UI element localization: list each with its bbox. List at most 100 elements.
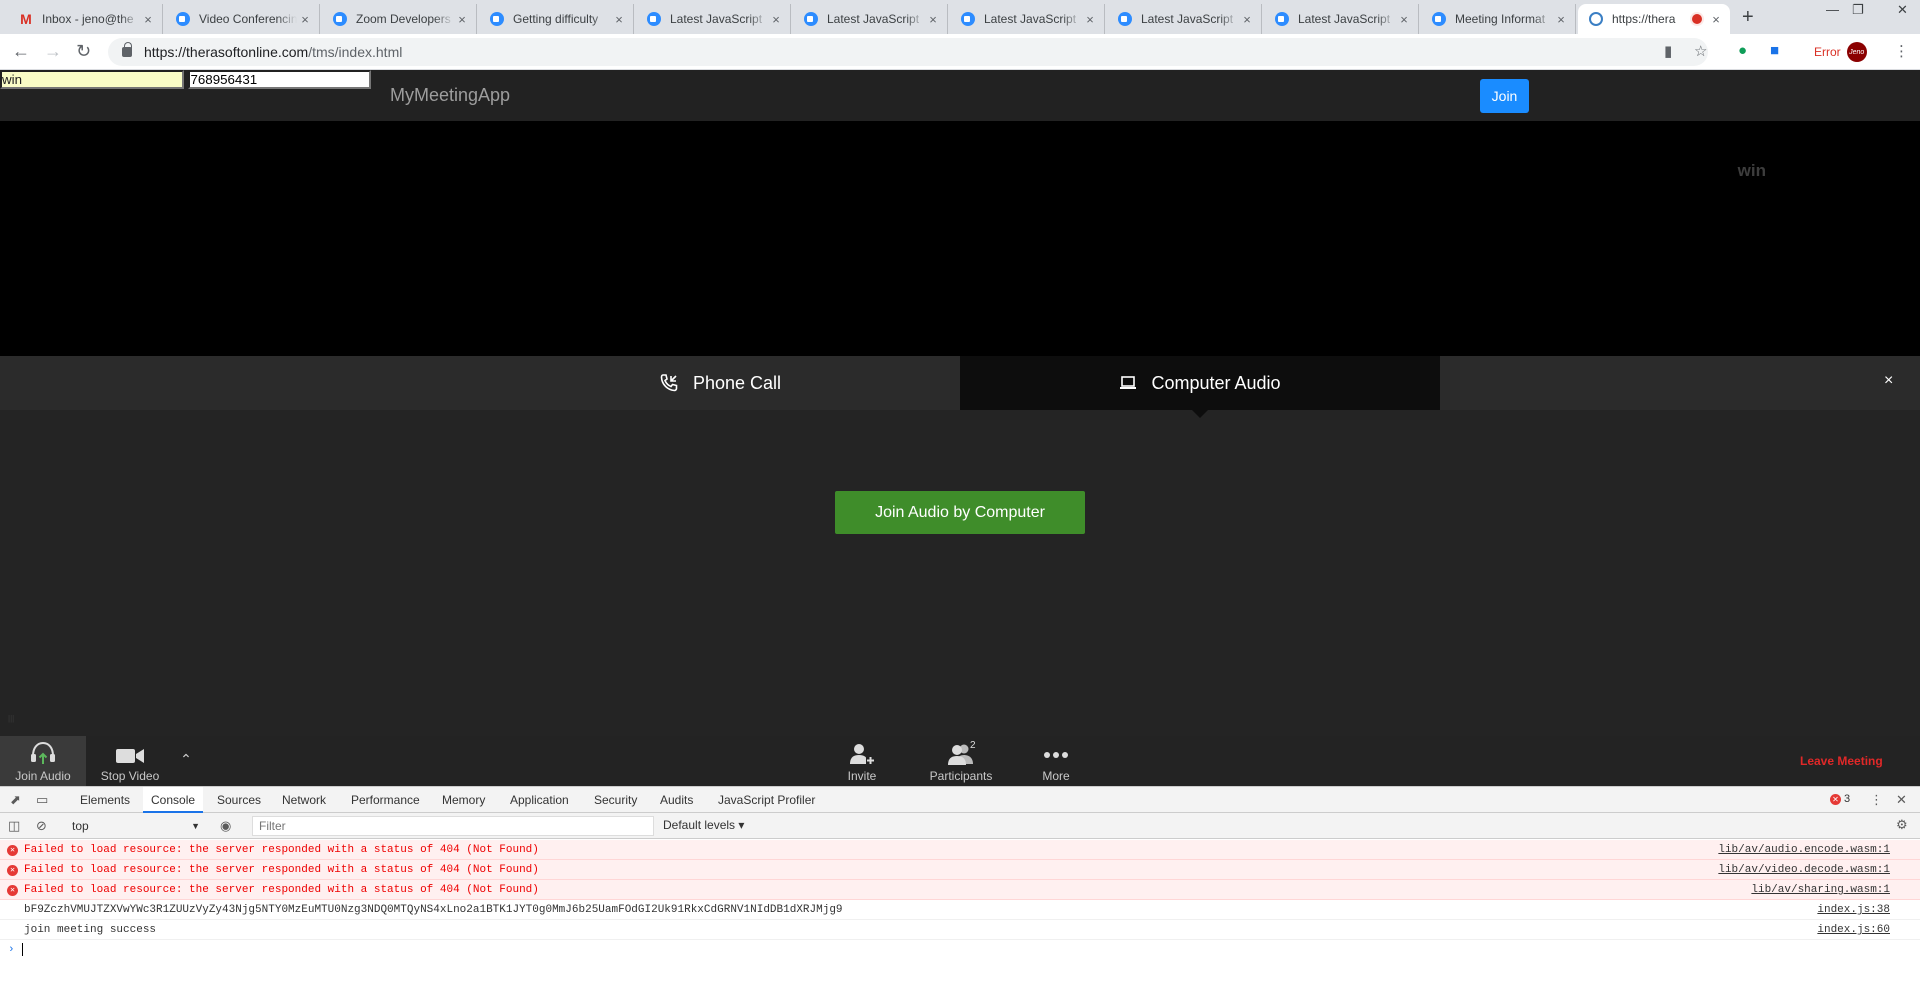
console-source-link[interactable]: index.js:38 [1817, 900, 1890, 920]
tab-phone-call[interactable]: Phone Call [480, 356, 960, 410]
resize-grip[interactable]: ||| [8, 714, 14, 723]
devtools-tab-performance[interactable]: Performance [343, 787, 428, 813]
tab-close-icon[interactable]: × [454, 12, 470, 27]
more-button[interactable]: More [1026, 736, 1086, 786]
sidebar-toggle-icon[interactable]: ◫ [8, 818, 20, 834]
tab-close-icon[interactable]: × [611, 12, 627, 27]
phone-icon [660, 374, 678, 392]
tab-close-icon[interactable]: × [925, 12, 941, 27]
devtools-tab-memory[interactable]: Memory [434, 787, 493, 813]
devtools-tab-application[interactable]: Application [502, 787, 577, 813]
browser-tab-active[interactable]: https://thera × [1578, 4, 1730, 34]
laptop-icon [1120, 376, 1137, 389]
meeting-id-input[interactable] [188, 70, 372, 89]
lock-icon [122, 42, 132, 57]
console-source-link[interactable]: lib/av/audio.encode.wasm:1 [1718, 840, 1890, 860]
join-audio-by-computer-button[interactable]: Join Audio by Computer [835, 491, 1085, 534]
tab-close-icon[interactable]: × [140, 12, 156, 27]
url-path: /tms/index.html [308, 44, 403, 60]
address-bar[interactable]: https://therasoftonline.com/tms/index.ht… [108, 38, 1708, 66]
devtools-tab-elements[interactable]: Elements [72, 787, 138, 813]
dropdown-arrow-icon: ▼ [191, 821, 200, 831]
devtools-tab-console[interactable]: Console [143, 787, 204, 813]
console-settings-gear-icon[interactable]: ⚙ [1896, 817, 1908, 833]
minimize-icon[interactable]: — [1826, 2, 1839, 17]
profile-error-chip[interactable]: Error Jeno [1808, 40, 1873, 64]
devtools-close-icon[interactable]: ✕ [1896, 792, 1907, 808]
video-area: win [0, 121, 1920, 356]
forward-icon[interactable]: → [44, 41, 62, 62]
participants-button[interactable]: 2 Participants [926, 736, 996, 786]
add-user-icon [850, 744, 875, 765]
zoom-icon [1117, 11, 1133, 27]
devtools-tab-network[interactable]: Network [274, 787, 334, 813]
camera-icon[interactable]: ▮ [1664, 42, 1672, 60]
console-prompt[interactable]: › [0, 940, 1920, 960]
tab-close-icon[interactable]: × [1553, 12, 1569, 27]
context-select[interactable]: top ▼ [64, 817, 204, 835]
video-options-chevron-up-icon[interactable]: ⌃ [174, 736, 198, 786]
console-source-link[interactable]: index.js:60 [1817, 920, 1890, 940]
browser-tab[interactable]: Latest JavaScript × [1264, 4, 1419, 34]
avatar: Jeno [1846, 42, 1867, 62]
browser-tab[interactable]: Video Conferencing × [165, 4, 320, 34]
browser-tab[interactable]: Latest JavaScript × [950, 4, 1105, 34]
tab-close-icon[interactable]: × [1708, 12, 1724, 27]
devtools-tab-sources[interactable]: Sources [209, 787, 269, 813]
leave-meeting-button[interactable]: Leave Meeting [1800, 754, 1883, 768]
app-navbar: MyMeetingApp Join [0, 70, 1920, 121]
tab-computer-audio[interactable]: Computer Audio [960, 356, 1440, 418]
device-toolbar-icon[interactable]: ▭ [36, 792, 48, 808]
browser-tab[interactable]: M Inbox - jeno@the × [8, 4, 163, 34]
zoom-icon [1274, 11, 1290, 27]
console-message: ✕ Failed to load resource: the server re… [0, 860, 1920, 880]
tab-close-icon[interactable]: × [1239, 12, 1255, 27]
back-icon[interactable]: ← [12, 41, 30, 62]
tab-close-icon[interactable]: × [297, 12, 313, 27]
recording-icon [1692, 14, 1702, 24]
tab-close-icon[interactable]: × [1396, 12, 1412, 27]
wordpress-icon [1588, 11, 1604, 27]
browser-tab[interactable]: Latest JavaScript × [636, 4, 791, 34]
invite-button[interactable]: Invite [832, 736, 892, 786]
console-output: ✕ Failed to load resource: the server re… [0, 840, 1920, 992]
browser-tab[interactable]: Latest JavaScript × [1107, 4, 1262, 34]
console-message: join meeting success index.js:60 [0, 920, 1920, 940]
bookmark-star-icon[interactable]: ☆ [1694, 42, 1707, 60]
tab-close-icon[interactable]: × [1082, 12, 1098, 27]
zoom-icon [1431, 11, 1447, 27]
inspect-element-icon[interactable]: ⬈ [10, 792, 21, 808]
browser-tab[interactable]: Meeting Informat × [1421, 4, 1576, 34]
tab-close-icon[interactable]: × [768, 12, 784, 27]
join-button[interactable]: Join [1480, 79, 1529, 113]
eye-icon[interactable]: ◉ [220, 818, 231, 834]
console-source-link[interactable]: lib/av/sharing.wasm:1 [1751, 880, 1890, 900]
stop-video-button[interactable]: Stop Video [90, 736, 170, 786]
devtools-tab-javascript-profiler[interactable]: JavaScript Profiler [710, 787, 823, 813]
devtools-menu-icon[interactable]: ⋮ [1870, 792, 1883, 808]
menu-kebab-icon[interactable]: ⋮ [1894, 42, 1909, 60]
browser-tab[interactable]: Getting difficulty × [479, 4, 634, 34]
display-name-input[interactable] [0, 70, 184, 89]
devtools-tab-security[interactable]: Security [586, 787, 645, 813]
restore-icon[interactable]: ❐ [1852, 2, 1864, 18]
extension-grammarly-icon[interactable]: ● [1738, 42, 1747, 59]
clear-console-icon[interactable]: ⊘ [36, 818, 47, 834]
extension-icon[interactable]: ■ [1770, 42, 1779, 59]
console-filter-input[interactable] [252, 816, 654, 836]
browser-tab[interactable]: Latest JavaScript × [793, 4, 948, 34]
close-icon[interactable]: × [1884, 372, 1893, 390]
new-tab-button[interactable]: + [1742, 6, 1754, 29]
reload-icon[interactable]: ↻ [76, 41, 91, 62]
window-close-icon[interactable]: ✕ [1897, 2, 1908, 18]
join-audio-button[interactable]: Join Audio [0, 736, 86, 786]
console-source-link[interactable]: lib/av/video.decode.wasm:1 [1718, 860, 1890, 880]
devtools-tab-audits[interactable]: Audits [652, 787, 701, 813]
app-brand[interactable]: MyMeetingApp [390, 85, 510, 106]
zoom-icon [489, 11, 505, 27]
error-count-badge[interactable]: ✕ 3 [1830, 793, 1850, 805]
log-levels-select[interactable]: Default levels ▾ [663, 818, 744, 832]
browser-tab[interactable]: Zoom Developers × [322, 4, 477, 34]
participant-count-badge: 2 [970, 740, 976, 751]
video-camera-icon [116, 749, 144, 763]
